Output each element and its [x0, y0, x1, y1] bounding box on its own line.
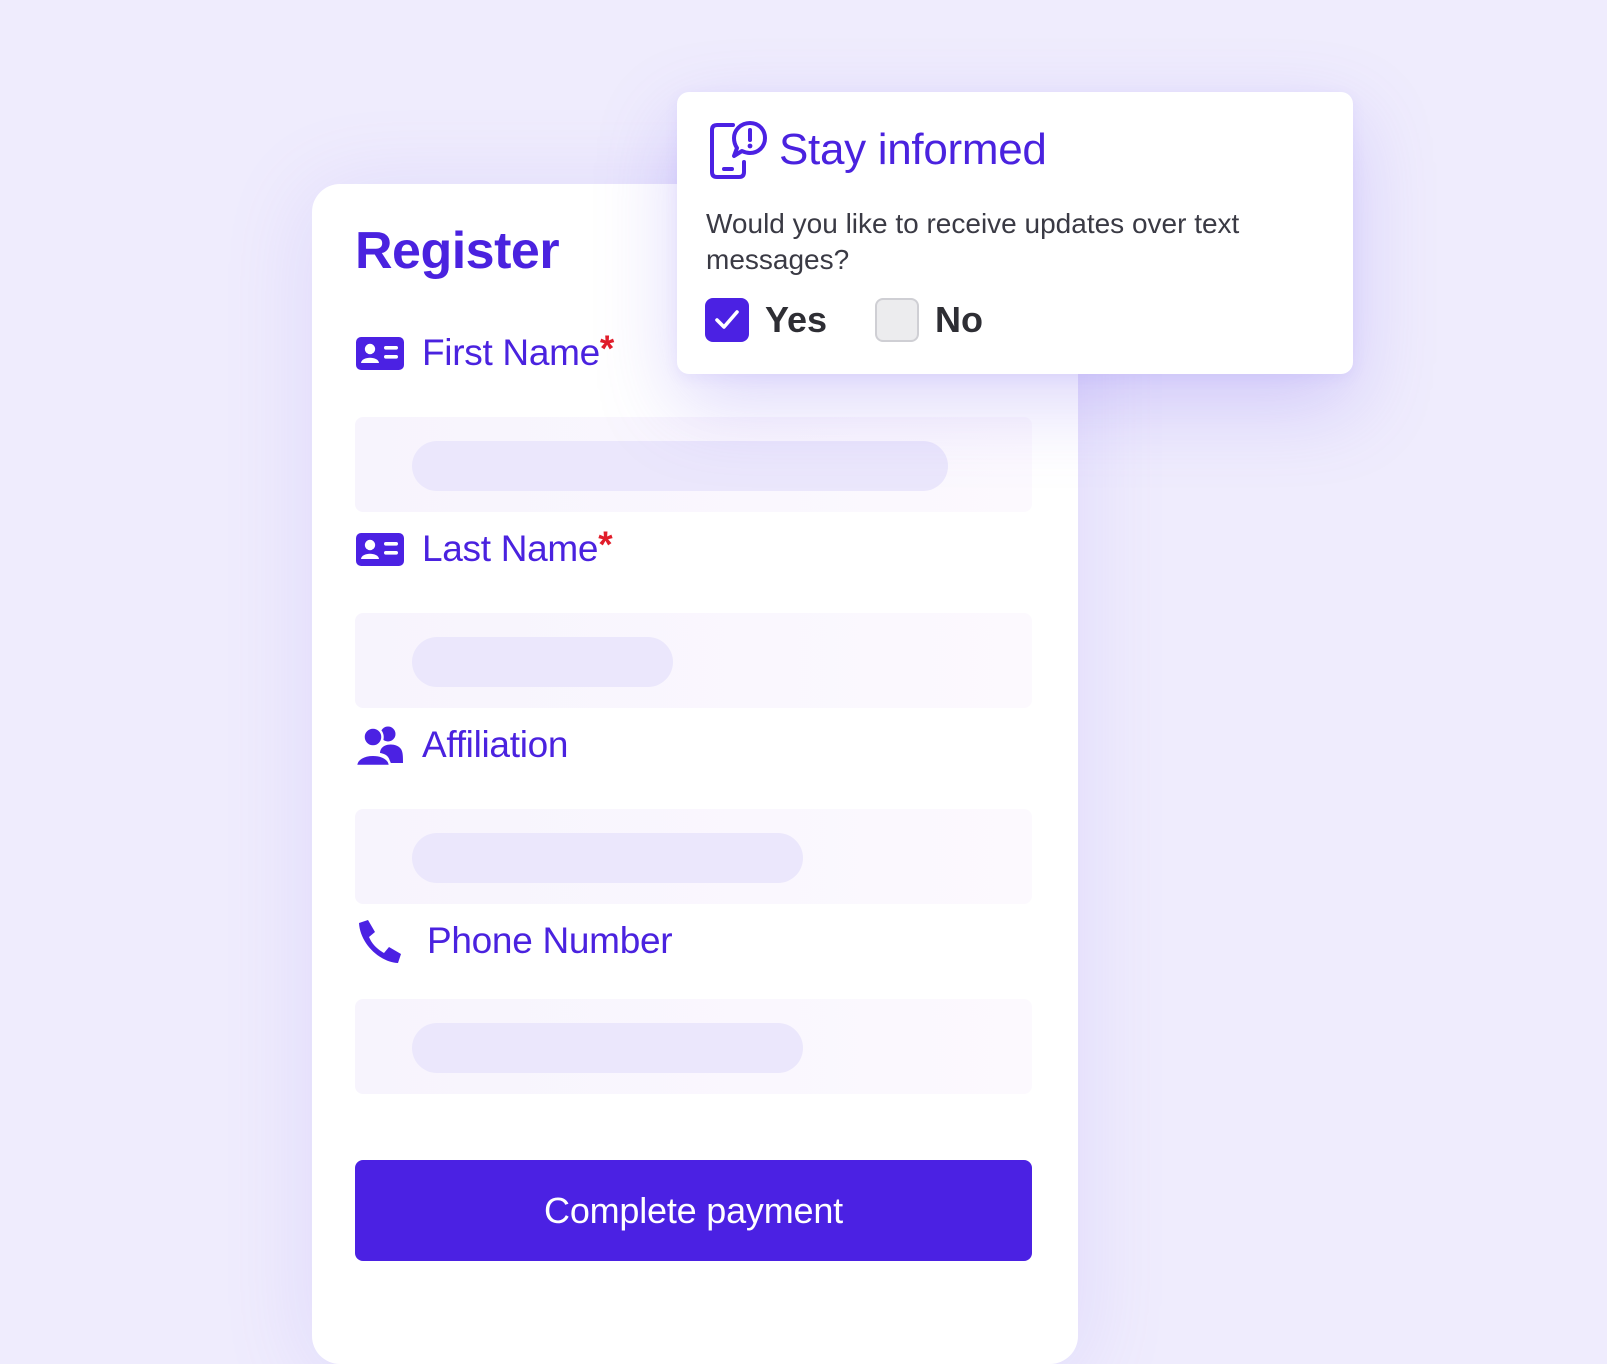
- first-name-label-text: First Name: [422, 332, 600, 373]
- phone-number-label-text: Phone Number: [427, 920, 673, 961]
- input-skeleton-placeholder: [412, 637, 673, 687]
- required-asterisk: *: [599, 328, 615, 369]
- required-asterisk: *: [598, 524, 613, 565]
- users-icon: [355, 722, 405, 768]
- phone-alert-icon: [707, 120, 767, 180]
- affiliation-label: Affiliation: [355, 722, 568, 768]
- affiliation-input[interactable]: [355, 809, 1032, 904]
- option-no-label: No: [935, 299, 983, 340]
- last-name-label: Last Name *: [355, 524, 613, 572]
- option-yes[interactable]: Yes: [705, 298, 827, 342]
- option-yes-label: Yes: [765, 299, 828, 340]
- phone-number-label: Phone Number: [355, 918, 673, 964]
- phone-number-input[interactable]: [355, 999, 1032, 1094]
- input-skeleton-placeholder: [412, 441, 948, 491]
- popup-header: Stay informed: [707, 120, 1047, 180]
- no-checkbox[interactable]: [875, 298, 919, 342]
- input-skeleton-placeholder: [412, 833, 803, 883]
- affiliation-label-text: Affiliation: [422, 724, 569, 765]
- popup-title: Stay informed: [779, 125, 1047, 174]
- complete-payment-button[interactable]: Complete payment: [355, 1160, 1032, 1261]
- id-card-icon: [355, 526, 405, 572]
- phone-icon: [355, 918, 405, 964]
- option-no[interactable]: No: [875, 298, 983, 342]
- stay-informed-popup: Stay informed Would you like to receive …: [677, 92, 1353, 374]
- input-skeleton-placeholder: [412, 1023, 803, 1073]
- checkmark-icon: [715, 310, 739, 329]
- yes-checkbox[interactable]: [705, 298, 749, 342]
- id-card-icon: [355, 330, 405, 376]
- last-name-label-text: Last Name: [422, 528, 599, 569]
- popup-question: Would you like to receive updates over t…: [706, 208, 1240, 275]
- register-title: Register: [355, 222, 560, 280]
- first-name-input[interactable]: [355, 417, 1032, 512]
- first-name-label: First Name *: [355, 328, 615, 376]
- last-name-input[interactable]: [355, 613, 1032, 708]
